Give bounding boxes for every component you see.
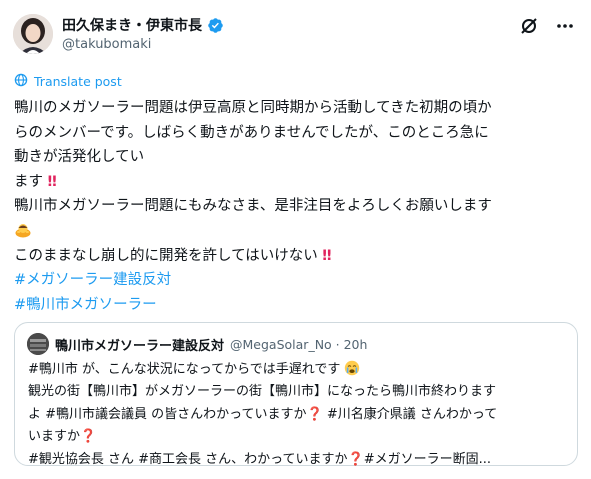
quoted-author-avatar[interactable]	[27, 333, 49, 355]
author-avatar[interactable]	[13, 14, 53, 54]
quoted-post[interactable]: 鴨川市メガソーラー建設反対 @MegaSolar_No · 20h #鴨川市 が…	[14, 322, 578, 467]
author-name-line: 田久保まき・伊東市長	[62, 15, 224, 35]
author-name[interactable]: 田久保まき・伊東市長	[62, 15, 202, 35]
post-line: 動きが活発化してい	[14, 149, 145, 166]
post-line: 鴨川市メガソーラー問題にもみなさま、是非注目をよろしくお願いします	[14, 198, 492, 215]
post-line: 鴨川のメガソーラー問題は伊豆高原と同時期から活動してきた初期の頃か	[14, 100, 492, 116]
verified-badge-icon	[207, 17, 224, 34]
quoted-line: いますか❓	[28, 426, 568, 448]
post-line: ます ‼	[14, 170, 580, 195]
translate-icon	[14, 72, 28, 91]
post-line: このままなし崩し的に開発を許してはいけない ‼	[14, 244, 580, 269]
quoted-text: よ #鴨川市議会議員 の皆さんわかっていますか	[28, 406, 307, 422]
post-line: #鴨川市メガソーラー	[14, 293, 580, 318]
quoted-post-body: #鴨川市 が、こんな状況になってからでは手遅れです 観光の街【鴨川市】がメガソー…	[28, 359, 568, 471]
translate-label: Translate post	[34, 74, 122, 89]
more-icon[interactable]	[555, 16, 575, 36]
post-text: このままなし崩し的に開発を許してはいけない	[14, 247, 318, 264]
quoted-post-header: 鴨川市メガソーラー建設反対 @MegaSolar_No · 20h	[27, 333, 367, 355]
grok-icon[interactable]	[519, 16, 539, 36]
question-mark-emoji: ❓	[306, 406, 323, 422]
quoted-author-meta: @MegaSolar_No · 20h	[230, 336, 368, 352]
quoted-author-name[interactable]: 鴨川市メガソーラー建設反対	[55, 335, 224, 354]
quoted-line: 観光の街【鴨川市】がメガソーラーの街【鴨川市】になったら鴨川市終わります	[28, 384, 497, 400]
quoted-text: いますか	[28, 429, 81, 445]
hashtag-link[interactable]: #メガソーラー建設反対	[14, 272, 171, 288]
double-exclamation-emoji: ‼	[47, 173, 57, 190]
quoted-line: よ #鴨川市議会議員 の皆さんわかっていますか❓ #川名康介県議 さんわかって	[28, 404, 568, 426]
question-mark-emoji: ❓	[80, 429, 97, 445]
quoted-text: #観光協会長 さん #商工会長 さん、わかっていますか	[28, 451, 348, 467]
quoted-text: #鴨川市 が、こんな状況になってからでは手遅れです	[28, 362, 341, 377]
post-body: 鴨川のメガソーラー問題は伊豆高原と同時期から活動してきた初期の頃か らのメンバー…	[14, 96, 580, 317]
question-mark-emoji: ❓	[347, 451, 364, 467]
post-actions	[519, 16, 575, 36]
post-line: #メガソーラー建設反対	[14, 268, 580, 293]
post-text: ます	[14, 173, 43, 190]
post-line	[14, 219, 580, 244]
quoted-text: #メガソーラー断固...	[363, 451, 492, 467]
bowing-person-emoji-icon	[14, 220, 32, 238]
post-line: らのメンバーです。しばらく動きがありませんでしたが、このところ急に	[14, 124, 489, 141]
quoted-text: #川名康介県議 さんわかって	[322, 406, 498, 422]
author-handle[interactable]: @takubomaki	[62, 37, 151, 52]
hashtag-link[interactable]: #鴨川市メガソーラー	[14, 297, 157, 313]
double-exclamation-emoji: ‼	[322, 247, 332, 264]
translate-post-link[interactable]: Translate post	[14, 72, 122, 91]
quoted-line: #鴨川市 が、こんな状況になってからでは手遅れです	[28, 359, 568, 381]
quoted-line: #観光協会長 さん #商工会長 さん、わかっていますか❓#メガソーラー断固...	[28, 449, 568, 471]
crying-face-emoji-icon	[344, 360, 360, 376]
